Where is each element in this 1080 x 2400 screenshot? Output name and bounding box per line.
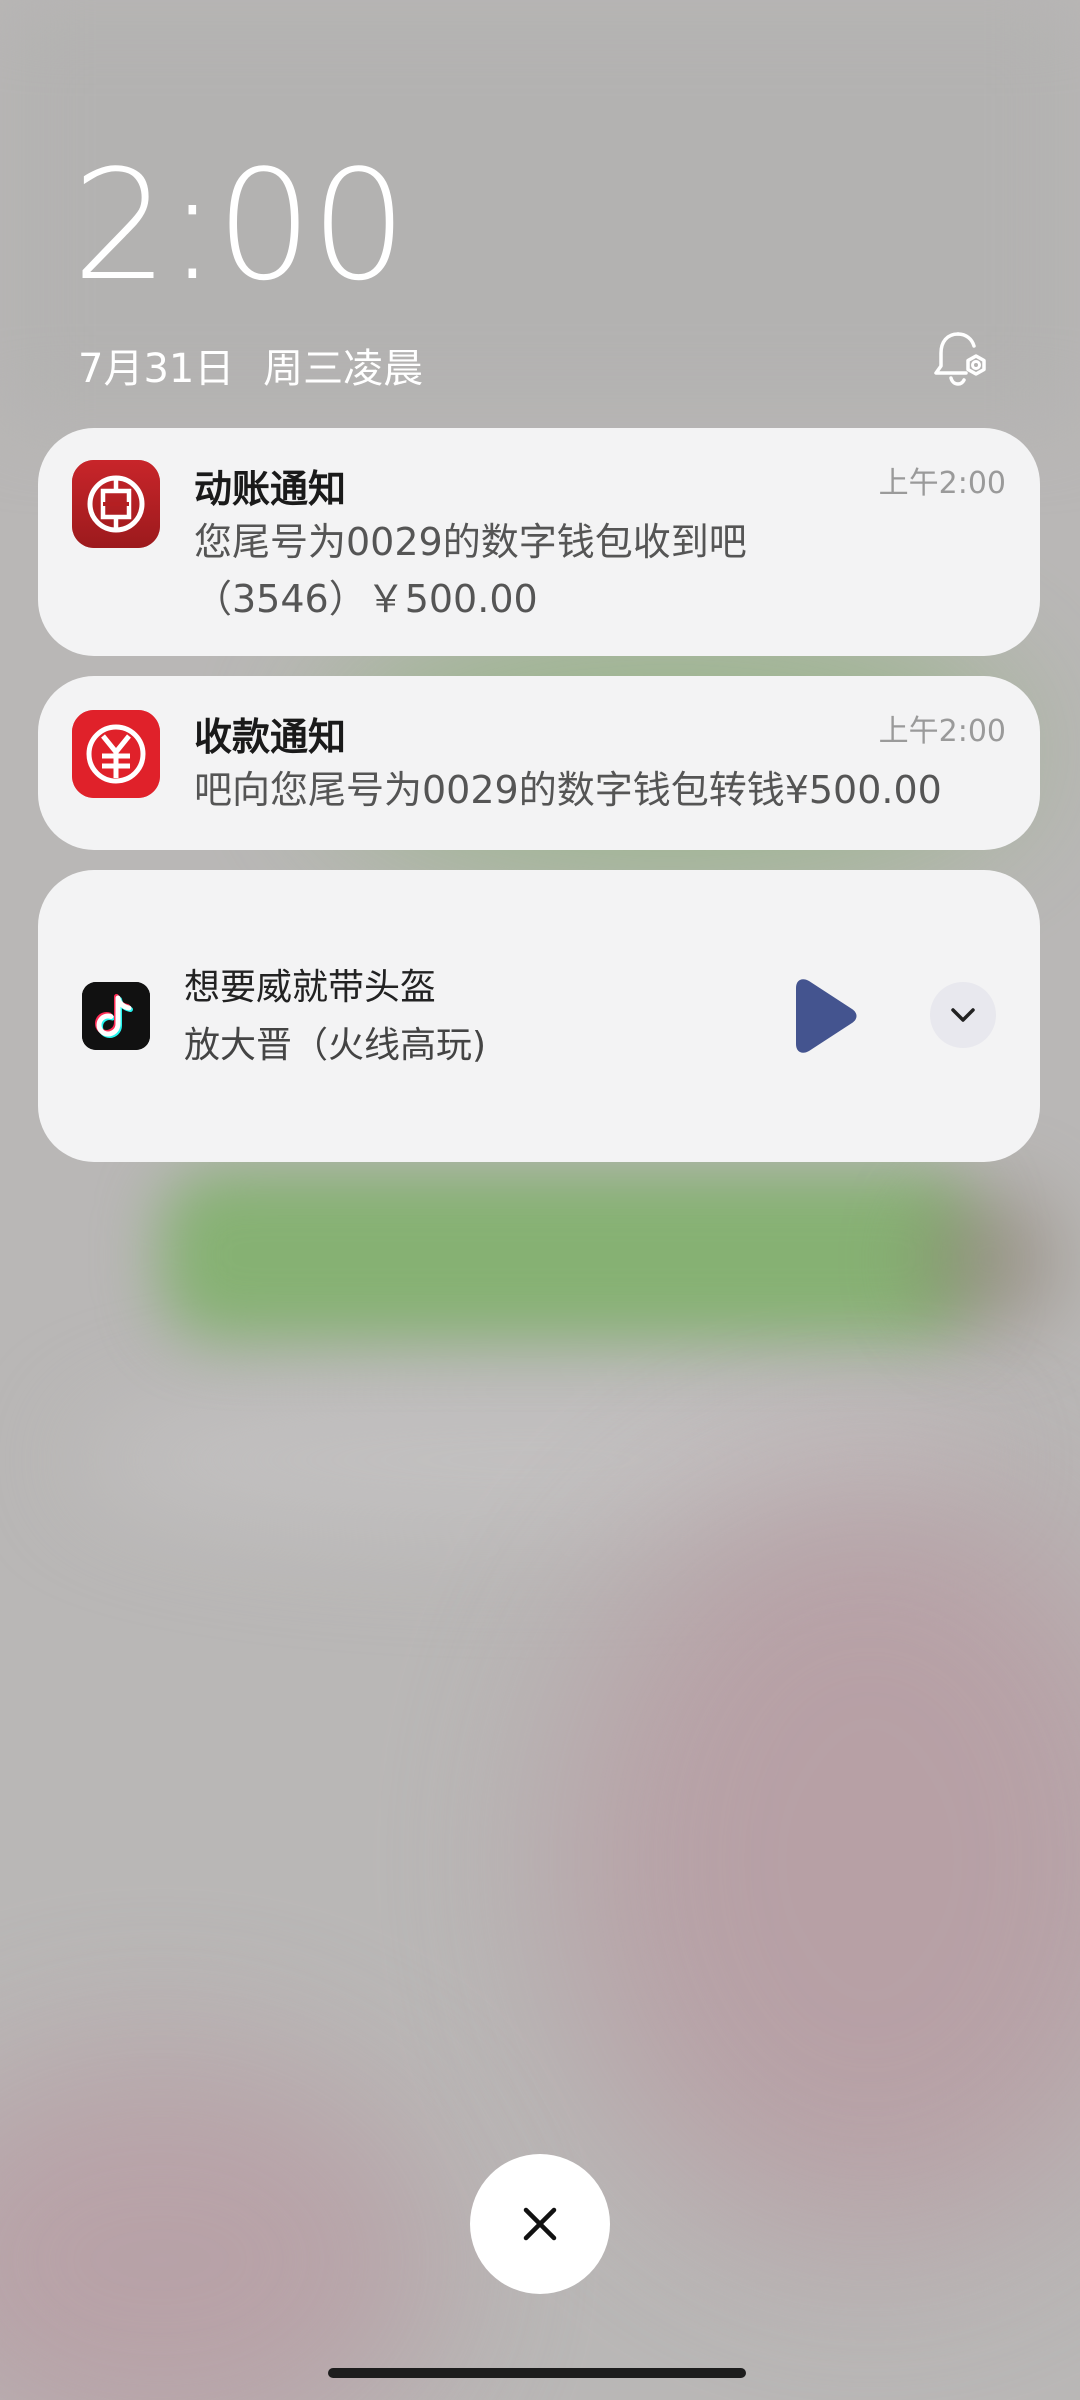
digital-yuan-icon <box>72 710 160 798</box>
home-indicator[interactable] <box>328 2368 746 2378</box>
date: 7月31日 <box>78 346 235 392</box>
bank-logo-icon <box>72 460 160 548</box>
media-player-card[interactable]: 想要威就带头盔 放大晋（火线高玩) <box>38 870 1040 1162</box>
notification-body: 您尾号为0029的数字钱包收到吧（3546）￥500.00 <box>194 520 747 621</box>
notification-title: 动账通知 <box>194 467 347 511</box>
background-blur <box>0 2050 440 2400</box>
notification-time: 上午2:00 <box>878 714 1006 749</box>
tiktok-icon <box>82 982 150 1050</box>
play-button[interactable] <box>784 976 864 1056</box>
expand-button[interactable] <box>930 982 996 1048</box>
media-artist: 放大晋（火线高玩) <box>184 1025 487 1066</box>
close-icon <box>523 2207 557 2241</box>
notification-card-bank[interactable]: 动账通知 上午2:00 您尾号为0029的数字钱包收到吧（3546）￥500.0… <box>38 428 1040 656</box>
clear-notifications-button[interactable] <box>470 2154 610 2294</box>
play-icon <box>796 979 857 1053</box>
notification-time: 上午2:00 <box>878 466 1006 501</box>
date-line: 7月31日 周三凌晨 <box>78 336 423 394</box>
clock: 2:00 <box>72 137 407 314</box>
background-blur <box>920 1190 1060 1330</box>
notification-settings-icon[interactable] <box>928 326 992 390</box>
notification-body: 吧向您尾号为0029的数字钱包转钱¥500.00 <box>194 768 942 812</box>
weekday-period: 周三凌晨 <box>263 346 424 392</box>
media-song-title: 想要威就带头盔 <box>184 967 437 1008</box>
notification-title: 收款通知 <box>194 715 347 759</box>
chevron-down-icon <box>951 1008 975 1022</box>
lock-screen: 2:00 7月31日 周三凌晨 动账通知 上午2:00 您尾号为0029的数字钱… <box>0 0 1080 2400</box>
notification-card-payment[interactable]: 收款通知 上午2:00 吧向您尾号为0029的数字钱包转钱¥500.00 <box>38 676 1040 850</box>
background-blur <box>560 1480 1080 2240</box>
background-blur <box>160 1170 980 1340</box>
